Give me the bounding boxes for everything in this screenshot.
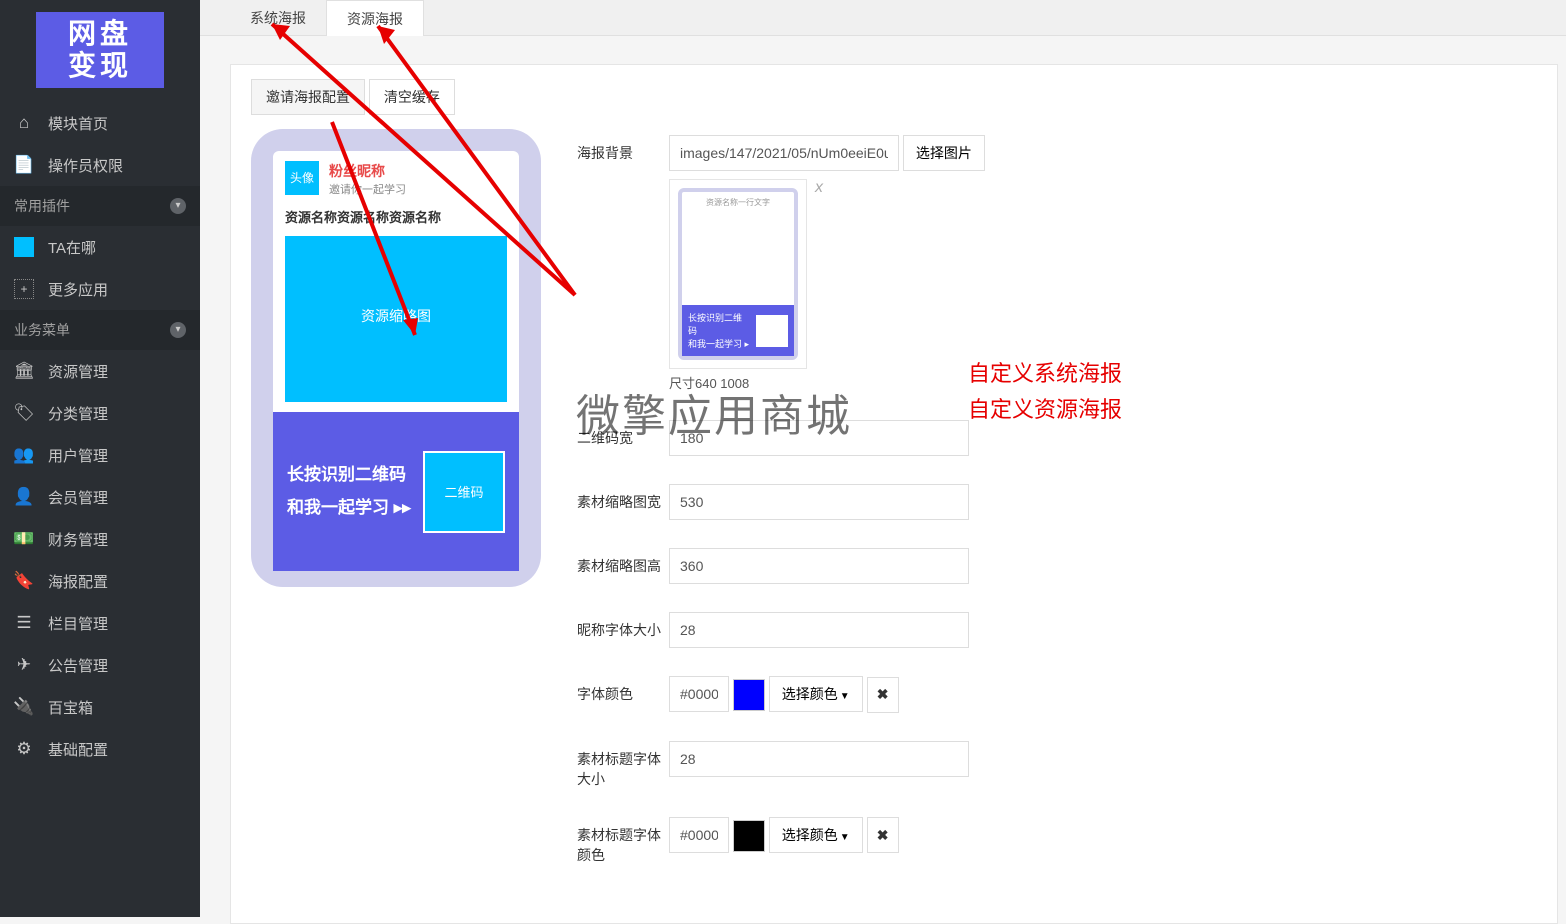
thumb-height-input[interactable] (669, 548, 969, 584)
choose-image-button[interactable]: 选择图片 (903, 135, 985, 171)
topbar: 系统海报 资源海报 (200, 0, 1566, 36)
content-panel: 邀请海报配置 清空缓存 头像 粉丝昵称 邀请你一起学习 资源名称资源名称资源名称… (230, 64, 1558, 924)
title-color-clear-button[interactable]: ✖ (867, 817, 899, 853)
caret-down-icon: ▼ (840, 832, 850, 843)
preview-foot1: 长按识别二维码 (287, 459, 411, 491)
preview-qrcode: 二维码 (423, 451, 505, 533)
menu-ta[interactable]: TA在哪 (0, 226, 200, 268)
sidebar: 网盘 变现 ⌂模块首页 📄操作员权限 常用插件▾ TA在哪 +更多应用 业务菜单… (0, 0, 200, 917)
menu-column[interactable]: ☰栏目管理 (0, 602, 200, 644)
label-title-size: 素材标题字体大小 (577, 741, 669, 789)
font-color-input[interactable] (669, 676, 729, 712)
menu-module-home[interactable]: ⌂模块首页 (0, 102, 200, 144)
menu-resource[interactable]: 🏛资源管理 (0, 350, 200, 392)
bg-remove-icon[interactable]: x (815, 179, 823, 197)
gears-icon: ⚙ (14, 739, 34, 759)
preview-subtitle: 邀请你一起学习 (329, 181, 406, 197)
list-icon: ☰ (14, 613, 34, 633)
tab-system-poster[interactable]: 系统海报 (230, 0, 326, 36)
bg-dimensions: 尺寸640 1008 (669, 373, 1537, 392)
square-icon (14, 237, 34, 257)
poster-preview: 头像 粉丝昵称 邀请你一起学习 资源名称资源名称资源名称 资源缩略图 长按识别二… (251, 129, 541, 587)
thumb-width-input[interactable] (669, 484, 969, 520)
preview-avatar: 头像 (285, 161, 319, 195)
send-icon: ✈ (14, 655, 34, 675)
menu-toolbox[interactable]: 🔌百宝箱 (0, 686, 200, 728)
title-color-picker-button[interactable]: 选择颜色▼ (769, 817, 863, 853)
preview-title: 资源名称资源名称资源名称 (273, 203, 519, 236)
menu-operator-perm[interactable]: 📄操作员权限 (0, 144, 200, 186)
tab-resource-poster[interactable]: 资源海报 (326, 0, 424, 36)
chevron-down-icon: ▾ (170, 198, 186, 214)
title-color-swatch[interactable] (733, 820, 765, 852)
tag-icon: 🏷 (14, 403, 34, 423)
menu-biz-header[interactable]: 业务菜单▾ (0, 310, 200, 350)
label-thumb-height: 素材缩略图高 (577, 548, 669, 576)
font-color-clear-button[interactable]: ✖ (867, 677, 899, 713)
menu-plugin-header[interactable]: 常用插件▾ (0, 186, 200, 226)
chevron-down-icon: ▾ (170, 322, 186, 338)
font-color-picker-button[interactable]: 选择颜色▼ (769, 676, 863, 712)
title-color-input[interactable] (669, 817, 729, 853)
label-bg: 海报背景 (577, 135, 669, 163)
menu-category[interactable]: 🏷分类管理 (0, 392, 200, 434)
money-icon: 💵 (14, 529, 34, 549)
label-nick-size: 昵称字体大小 (577, 612, 669, 640)
logo: 网盘 变现 (36, 12, 164, 88)
menu-more-apps[interactable]: +更多应用 (0, 268, 200, 310)
user-icon: 👤 (14, 487, 34, 507)
bookmark-icon: 🔖 (14, 571, 34, 591)
menu-finance[interactable]: 💵财务管理 (0, 518, 200, 560)
menu-poster[interactable]: 🔖海报配置 (0, 560, 200, 602)
plug-icon: 🔌 (14, 697, 34, 717)
subtab-clear-cache[interactable]: 清空缓存 (369, 79, 455, 115)
qr-width-input[interactable] (669, 420, 969, 456)
label-qr-width: 二维码宽 (577, 420, 669, 448)
menu-user[interactable]: 👥用户管理 (0, 434, 200, 476)
nick-size-input[interactable] (669, 612, 969, 648)
font-color-swatch[interactable] (733, 679, 765, 711)
menu-member[interactable]: 👤会员管理 (0, 476, 200, 518)
caret-down-icon: ▼ (840, 691, 850, 702)
title-size-input[interactable] (669, 741, 969, 777)
preview-nickname: 粉丝昵称 (329, 161, 406, 181)
label-title-color: 素材标题字体颜色 (577, 817, 669, 865)
bank-icon: 🏛 (14, 361, 34, 381)
label-font-color: 字体颜色 (577, 676, 669, 704)
menu-notice[interactable]: ✈公告管理 (0, 644, 200, 686)
preview-foot2: 和我一起学习 ▸▸ (287, 492, 411, 524)
bg-path-input[interactable] (669, 135, 899, 171)
subtab-invite-config[interactable]: 邀请海报配置 (251, 79, 365, 115)
users-icon: 👥 (14, 445, 34, 465)
label-thumb-width: 素材缩略图宽 (577, 484, 669, 512)
home-icon: ⌂ (14, 113, 34, 133)
plus-icon: + (14, 279, 34, 299)
doc-icon: 📄 (14, 155, 34, 175)
bg-thumbnail[interactable]: 资源名称一行文字 长按识别二维码和我一起学习 ▸ (669, 179, 807, 369)
preview-thumbnail: 资源缩略图 (285, 236, 507, 402)
menu-basic[interactable]: ⚙基础配置 (0, 728, 200, 770)
